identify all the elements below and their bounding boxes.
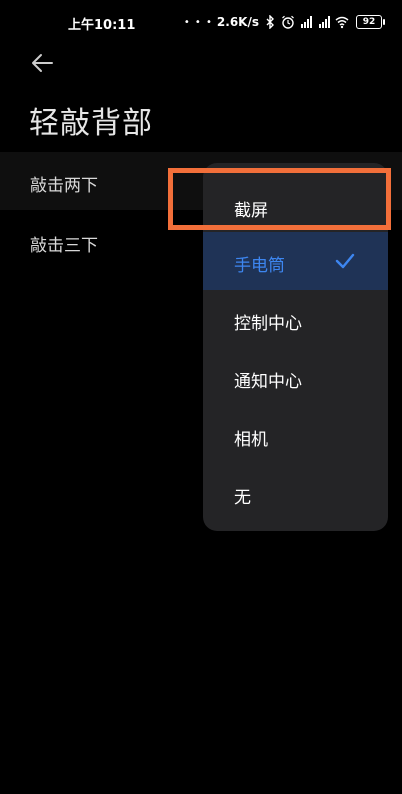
- option-none[interactable]: 无: [203, 464, 388, 522]
- signal-hd-icon: [319, 16, 330, 28]
- option-label: 无: [234, 488, 251, 508]
- status-time: 上午10:11: [68, 18, 136, 33]
- alarm-icon: [282, 15, 294, 29]
- status-icons: • • • 2.6K/s 92: [183, 12, 385, 32]
- back-arrow-icon[interactable]: [30, 50, 56, 76]
- action-dropdown-menu: 截屏 手电筒 控制中心 通知中心 相机 无: [203, 163, 388, 531]
- signal-hd-icon: [301, 16, 312, 28]
- option-label: 手电筒: [234, 256, 285, 276]
- option-label: 截屏: [234, 201, 268, 221]
- option-label: 相机: [234, 430, 268, 450]
- option-screenshot[interactable]: 截屏: [203, 177, 388, 235]
- notification-dots: • • •: [183, 16, 213, 28]
- battery-icon: 92: [356, 15, 385, 29]
- option-notification-center[interactable]: 通知中心: [203, 348, 388, 406]
- list-item-label: 敲击三下: [30, 236, 98, 256]
- option-label: 通知中心: [234, 372, 302, 392]
- wifi-icon: [335, 16, 349, 29]
- status-bar: 上午10:11 • • • 2.6K/s 92: [0, 0, 402, 44]
- option-label: 控制中心: [234, 314, 302, 334]
- list-item-label: 敲击两下: [30, 176, 98, 196]
- network-speed: 2.6K/s: [216, 15, 259, 29]
- checkmark-icon: [335, 253, 355, 269]
- option-camera[interactable]: 相机: [203, 406, 388, 464]
- page-title: 轻敲背部: [29, 106, 153, 141]
- bluetooth-icon: [266, 15, 274, 29]
- option-flashlight[interactable]: 手电筒: [203, 232, 388, 290]
- option-control-center[interactable]: 控制中心: [203, 290, 388, 348]
